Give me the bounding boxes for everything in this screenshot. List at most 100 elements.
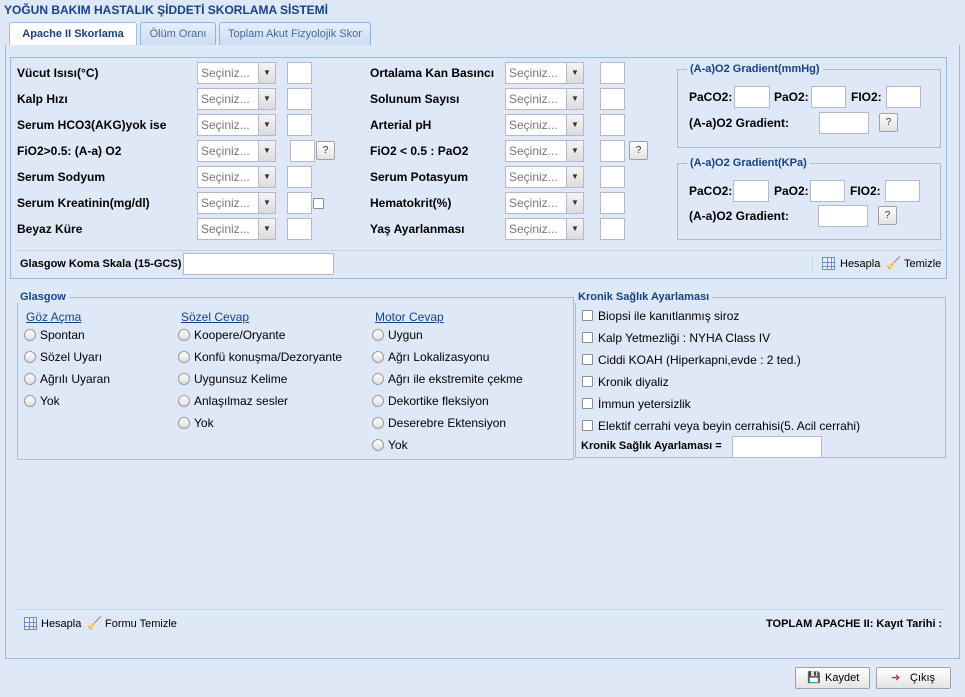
fio2-mmhg-input[interactable]	[886, 86, 921, 108]
tab-apache[interactable]: Apache II Skorlama	[9, 22, 137, 47]
motor-radio[interactable]	[372, 417, 384, 429]
left-field-select[interactable]: Seçiniz... ▼	[197, 140, 276, 162]
chronic-option: Ciddi KOAH (Hiperkapni,evde : 2 ted.)	[598, 353, 801, 367]
gcs-input[interactable]	[183, 253, 334, 275]
mid-field-select[interactable]: Seçiniz... ▼	[505, 62, 584, 84]
mid-field-input[interactable]	[600, 218, 625, 240]
paco2-kpa-label: PaCO2:	[689, 184, 733, 198]
help-button[interactable]: ?	[316, 141, 335, 160]
save-button[interactable]: 💾 Kaydet	[795, 667, 870, 689]
chronic-checkbox[interactable]	[582, 354, 593, 365]
chronic-checkbox[interactable]	[582, 310, 593, 321]
left-field-input[interactable]	[290, 140, 315, 162]
help-button[interactable]: ?	[629, 141, 648, 160]
fio2-kpa-input[interactable]	[885, 180, 920, 202]
left-field-input[interactable]	[287, 114, 312, 136]
kreatinin-checkbox[interactable]	[313, 198, 324, 209]
chronic-checkbox[interactable]	[582, 332, 593, 343]
chevron-down-icon: ▼	[258, 193, 275, 213]
tab-toplam-akut[interactable]: Toplam Akut Fizyolojik Skor	[219, 22, 371, 45]
gradient-mmhg-result[interactable]	[819, 112, 869, 134]
motor-option: Deserebre Ektensiyon	[388, 416, 507, 430]
floppy-icon: 💾	[807, 672, 821, 684]
chronic-checkbox[interactable]	[582, 420, 593, 431]
motor-radio[interactable]	[372, 351, 384, 363]
chronic-legend: Kronik Sağlık Ayarlaması	[575, 291, 713, 303]
chronic-checkbox[interactable]	[582, 376, 593, 387]
left-field-select[interactable]: Seçiniz... ▼	[197, 192, 276, 214]
paco2-kpa-input[interactable]	[733, 180, 769, 202]
chronic-total-input[interactable]	[732, 436, 822, 458]
motor-radio[interactable]	[372, 395, 384, 407]
left-field-select[interactable]: Seçiniz... ▼	[197, 88, 276, 110]
gradient-mmhg-panel	[677, 69, 941, 148]
eye-radio[interactable]	[24, 373, 36, 385]
pao2-mmhg-input[interactable]	[811, 86, 846, 108]
select-text: Seçiniz...	[509, 66, 558, 80]
left-field-input[interactable]	[287, 192, 312, 214]
mid-field-input[interactable]	[600, 114, 625, 136]
chevron-down-icon: ▼	[258, 141, 275, 161]
pao2-kpa-input[interactable]	[810, 180, 845, 202]
mid-field-input[interactable]	[600, 62, 625, 84]
select-text: Seçiniz...	[201, 170, 250, 184]
left-field-label: Kalp Hızı	[17, 92, 68, 106]
mid-field-input[interactable]	[600, 166, 625, 188]
select-text: Seçiniz...	[201, 144, 250, 158]
verbal-radio[interactable]	[178, 329, 190, 341]
exit-icon: ➜	[891, 672, 901, 684]
left-field-label: Vücut Isısı(°C)	[17, 66, 99, 80]
mid-field-input[interactable]	[600, 140, 625, 162]
left-field-input[interactable]	[287, 218, 312, 240]
left-field-select[interactable]: Seçiniz... ▼	[197, 218, 276, 240]
left-field-input[interactable]	[287, 88, 312, 110]
mid-field-select[interactable]: Seçiniz... ▼	[505, 140, 584, 162]
save-label: Kaydet	[825, 672, 860, 684]
exit-button[interactable]: ➜ Çıkış	[876, 667, 951, 689]
verbal-radio[interactable]	[178, 351, 190, 363]
eye-radio[interactable]	[24, 329, 36, 341]
eye-radio[interactable]	[24, 395, 36, 407]
left-field-input[interactable]	[287, 62, 312, 84]
gradient-mmhg-help-button[interactable]: ?	[879, 113, 898, 132]
motor-option: Ağrı Lokalizasyonu	[388, 350, 490, 364]
gradient-kpa-help-button[interactable]: ?	[878, 206, 897, 225]
gradient-kpa-result[interactable]	[818, 205, 868, 227]
chronic-checkbox[interactable]	[582, 398, 593, 409]
verbal-radio[interactable]	[178, 373, 190, 385]
mid-field-select[interactable]: Seçiniz... ▼	[505, 218, 584, 240]
chronic-option: Biopsi ile kanıtlanmış siroz	[598, 309, 740, 323]
gradient-kpa-label: (A-a)O2 Gradient:	[689, 209, 790, 223]
verbal-option: Koopere/Oryante	[194, 328, 286, 342]
chevron-down-icon: ▼	[258, 167, 275, 187]
eye-option: Yok	[40, 394, 60, 408]
mid-field-label: Yaş Ayarlanması	[370, 222, 465, 236]
motor-option: Yok	[388, 438, 408, 452]
calc-button[interactable]: Hesapla	[840, 258, 880, 270]
eye-radio[interactable]	[24, 351, 36, 363]
left-field-select[interactable]: Seçiniz... ▼	[197, 166, 276, 188]
verbal-radio[interactable]	[178, 395, 190, 407]
left-field-select[interactable]: Seçiniz... ▼	[197, 62, 276, 84]
eye-option: Ağrılı Uyaran	[40, 372, 111, 386]
motor-radio[interactable]	[372, 373, 384, 385]
verbal-radio[interactable]	[178, 417, 190, 429]
gcs-label: Glasgow Koma Skala (15-GCS)	[20, 258, 182, 270]
mid-field-input[interactable]	[600, 88, 625, 110]
gradient-mmhg-legend: (A-a)O2 Gradient(mmHg)	[687, 63, 823, 75]
tab-olum-orani[interactable]: Ölüm Oranı	[140, 22, 216, 45]
mid-field-input[interactable]	[600, 192, 625, 214]
bottom-calc-button[interactable]: Hesapla	[41, 618, 81, 630]
motor-radio[interactable]	[372, 329, 384, 341]
left-field-select[interactable]: Seçiniz... ▼	[197, 114, 276, 136]
clear-button[interactable]: Temizle	[904, 258, 941, 270]
mid-field-select[interactable]: Seçiniz... ▼	[505, 88, 584, 110]
mid-field-select[interactable]: Seçiniz... ▼	[505, 114, 584, 136]
mid-field-select[interactable]: Seçiniz... ▼	[505, 192, 584, 214]
motor-radio[interactable]	[372, 439, 384, 451]
chronic-option: İmmun yetersizlik	[598, 397, 691, 411]
left-field-input[interactable]	[287, 166, 312, 188]
paco2-mmhg-input[interactable]	[734, 86, 770, 108]
form-clear-button[interactable]: Formu Temizle	[105, 618, 177, 630]
mid-field-select[interactable]: Seçiniz... ▼	[505, 166, 584, 188]
